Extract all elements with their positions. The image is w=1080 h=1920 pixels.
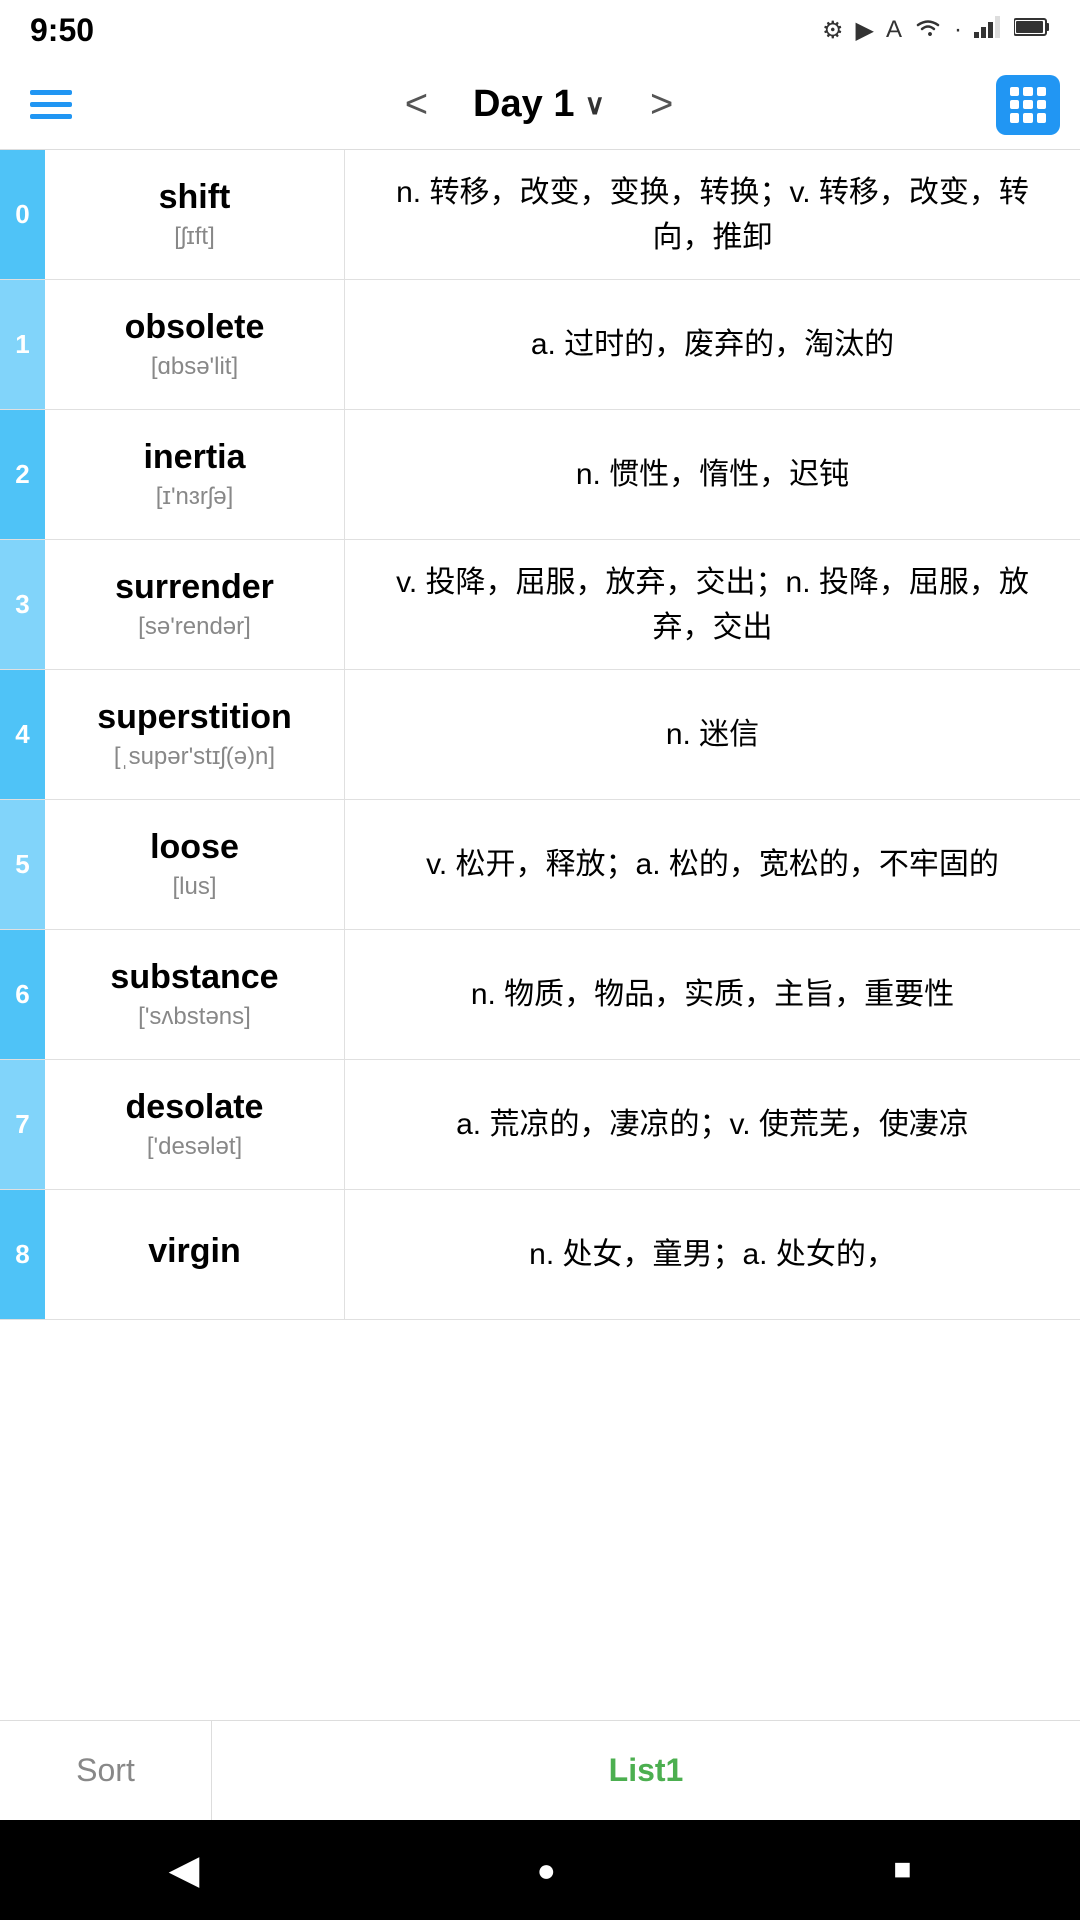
gear-icon: ⚙ — [822, 16, 844, 45]
word-definition: a. 过时的，废弃的，淘汰的 — [345, 280, 1080, 409]
word-text: shift — [159, 178, 231, 217]
toolbar-title: Day 1 ∨ — [473, 83, 605, 126]
dot-icon: · — [954, 16, 962, 44]
word-english: surrender [sə'rendər] — [45, 540, 345, 669]
word-text: substance — [110, 958, 278, 997]
grid-view-button[interactable] — [996, 75, 1060, 135]
next-button[interactable]: > — [635, 77, 688, 132]
home-button[interactable]: ● — [507, 1842, 586, 1899]
word-definition: a. 荒凉的，凄凉的；v. 使荒芜，使凄凉 — [345, 1060, 1080, 1189]
word-index: 4 — [0, 670, 45, 799]
word-phonetic: [sə'rendər] — [138, 613, 251, 641]
word-english: virgin — [45, 1190, 345, 1319]
word-text: desolate — [126, 1088, 264, 1127]
menu-line-1 — [30, 90, 72, 95]
word-definition: v. 投降，屈服，放弃，交出；n. 投降，屈服，放弃，交出 — [345, 540, 1080, 669]
word-index: 8 — [0, 1190, 45, 1319]
word-text: superstition — [97, 698, 292, 737]
status-bar: 9:50 ⚙ ▶ A · — [0, 0, 1080, 60]
word-definition: n. 处女，童男；a. 处女的， — [345, 1190, 1080, 1319]
table-row[interactable]: 3 surrender [sə'rendər] v. 投降，屈服，放弃，交出；n. 投… — [0, 540, 1080, 670]
word-definition: n. 转移，改变，变换，转换；v. 转移，改变，转向，推卸 — [345, 150, 1080, 279]
recents-button[interactable]: ■ — [863, 1843, 941, 1897]
word-english: superstition [ˌsupər'stɪʃ(ə)n] — [45, 670, 345, 799]
word-definition: n. 迷信 — [345, 670, 1080, 799]
table-row[interactable]: 7 desolate ['desələt] a. 荒凉的，凄凉的；v. 使荒芜，使凄凉 — [0, 1060, 1080, 1190]
signal-icon — [974, 16, 1002, 45]
word-phonetic: [ɑbsə'lit] — [151, 353, 238, 381]
word-phonetic: [lus] — [172, 873, 216, 901]
word-english: shift [ʃɪft] — [45, 150, 345, 279]
status-time: 9:50 — [30, 12, 94, 49]
word-text: loose — [150, 828, 239, 867]
prev-button[interactable]: < — [390, 77, 443, 132]
battery-icon — [1014, 16, 1050, 44]
toolbar-center: < Day 1 ∨ > — [390, 77, 689, 132]
word-phonetic: [ˌsupər'stɪʃ(ə)n] — [114, 743, 275, 771]
toolbar: < Day 1 ∨ > — [0, 60, 1080, 150]
word-english: loose [lus] — [45, 800, 345, 929]
word-list: 0 shift [ʃɪft] n. 转移，改变，变换，转换；v. 转移，改变，转向，推… — [0, 150, 1080, 1720]
word-phonetic: ['sʌbstəns] — [138, 1003, 251, 1031]
word-index: 2 — [0, 410, 45, 539]
status-icons: ⚙ ▶ A · — [822, 16, 1050, 45]
grid-icon — [1010, 87, 1046, 123]
nav-bar: ◀ ● ■ — [0, 1820, 1080, 1920]
table-row[interactable]: 4 superstition [ˌsupər'stɪʃ(ə)n] n. 迷信 — [0, 670, 1080, 800]
word-index: 1 — [0, 280, 45, 409]
word-text: surrender — [115, 568, 274, 607]
word-index: 0 — [0, 150, 45, 279]
word-definition: n. 惯性，惰性，迟钝 — [345, 410, 1080, 539]
word-index: 6 — [0, 930, 45, 1059]
table-row[interactable]: 1 obsolete [ɑbsə'lit] a. 过时的，废弃的，淘汰的 — [0, 280, 1080, 410]
word-text: inertia — [143, 438, 245, 477]
tab-list1[interactable]: List1 — [212, 1721, 1080, 1820]
tab-sort[interactable]: Sort — [0, 1721, 212, 1820]
play-icon: ▶ — [856, 16, 874, 45]
word-definition: v. 松开，释放；a. 松的，宽松的，不牢固的 — [345, 800, 1080, 929]
font-icon: A — [886, 16, 902, 44]
menu-line-2 — [30, 102, 72, 107]
word-english: desolate ['desələt] — [45, 1060, 345, 1189]
title-text: Day 1 — [473, 83, 574, 126]
word-english: substance ['sʌbstəns] — [45, 930, 345, 1059]
back-button[interactable]: ◀ — [139, 1837, 230, 1903]
word-index: 3 — [0, 540, 45, 669]
word-index: 7 — [0, 1060, 45, 1189]
table-row[interactable]: 5 loose [lus] v. 松开，释放；a. 松的，宽松的，不牢固的 — [0, 800, 1080, 930]
word-english: obsolete [ɑbsə'lit] — [45, 280, 345, 409]
table-row[interactable]: 0 shift [ʃɪft] n. 转移，改变，变换，转换；v. 转移，改变，转向，推… — [0, 150, 1080, 280]
bottom-tabs: Sort List1 — [0, 1720, 1080, 1820]
chevron-down-icon: ∨ — [584, 88, 605, 121]
word-phonetic: [ʃɪft] — [174, 223, 215, 251]
wifi-icon — [914, 16, 942, 45]
word-phonetic: ['desələt] — [147, 1133, 242, 1161]
word-index: 5 — [0, 800, 45, 929]
table-row[interactable]: 8 virgin n. 处女，童男；a. 处女的， — [0, 1190, 1080, 1320]
word-text: virgin — [148, 1232, 241, 1271]
word-english: inertia [ɪ'nɜrʃə] — [45, 410, 345, 539]
menu-line-3 — [30, 114, 72, 119]
table-row[interactable]: 6 substance ['sʌbstəns] n. 物质，物品，实质，主旨，重要性 — [0, 930, 1080, 1060]
menu-button[interactable] — [20, 80, 82, 129]
table-row[interactable]: 2 inertia [ɪ'nɜrʃə] n. 惯性，惰性，迟钝 — [0, 410, 1080, 540]
word-definition: n. 物质，物品，实质，主旨，重要性 — [345, 930, 1080, 1059]
word-text: obsolete — [125, 308, 265, 347]
word-phonetic: [ɪ'nɜrʃə] — [156, 483, 233, 511]
